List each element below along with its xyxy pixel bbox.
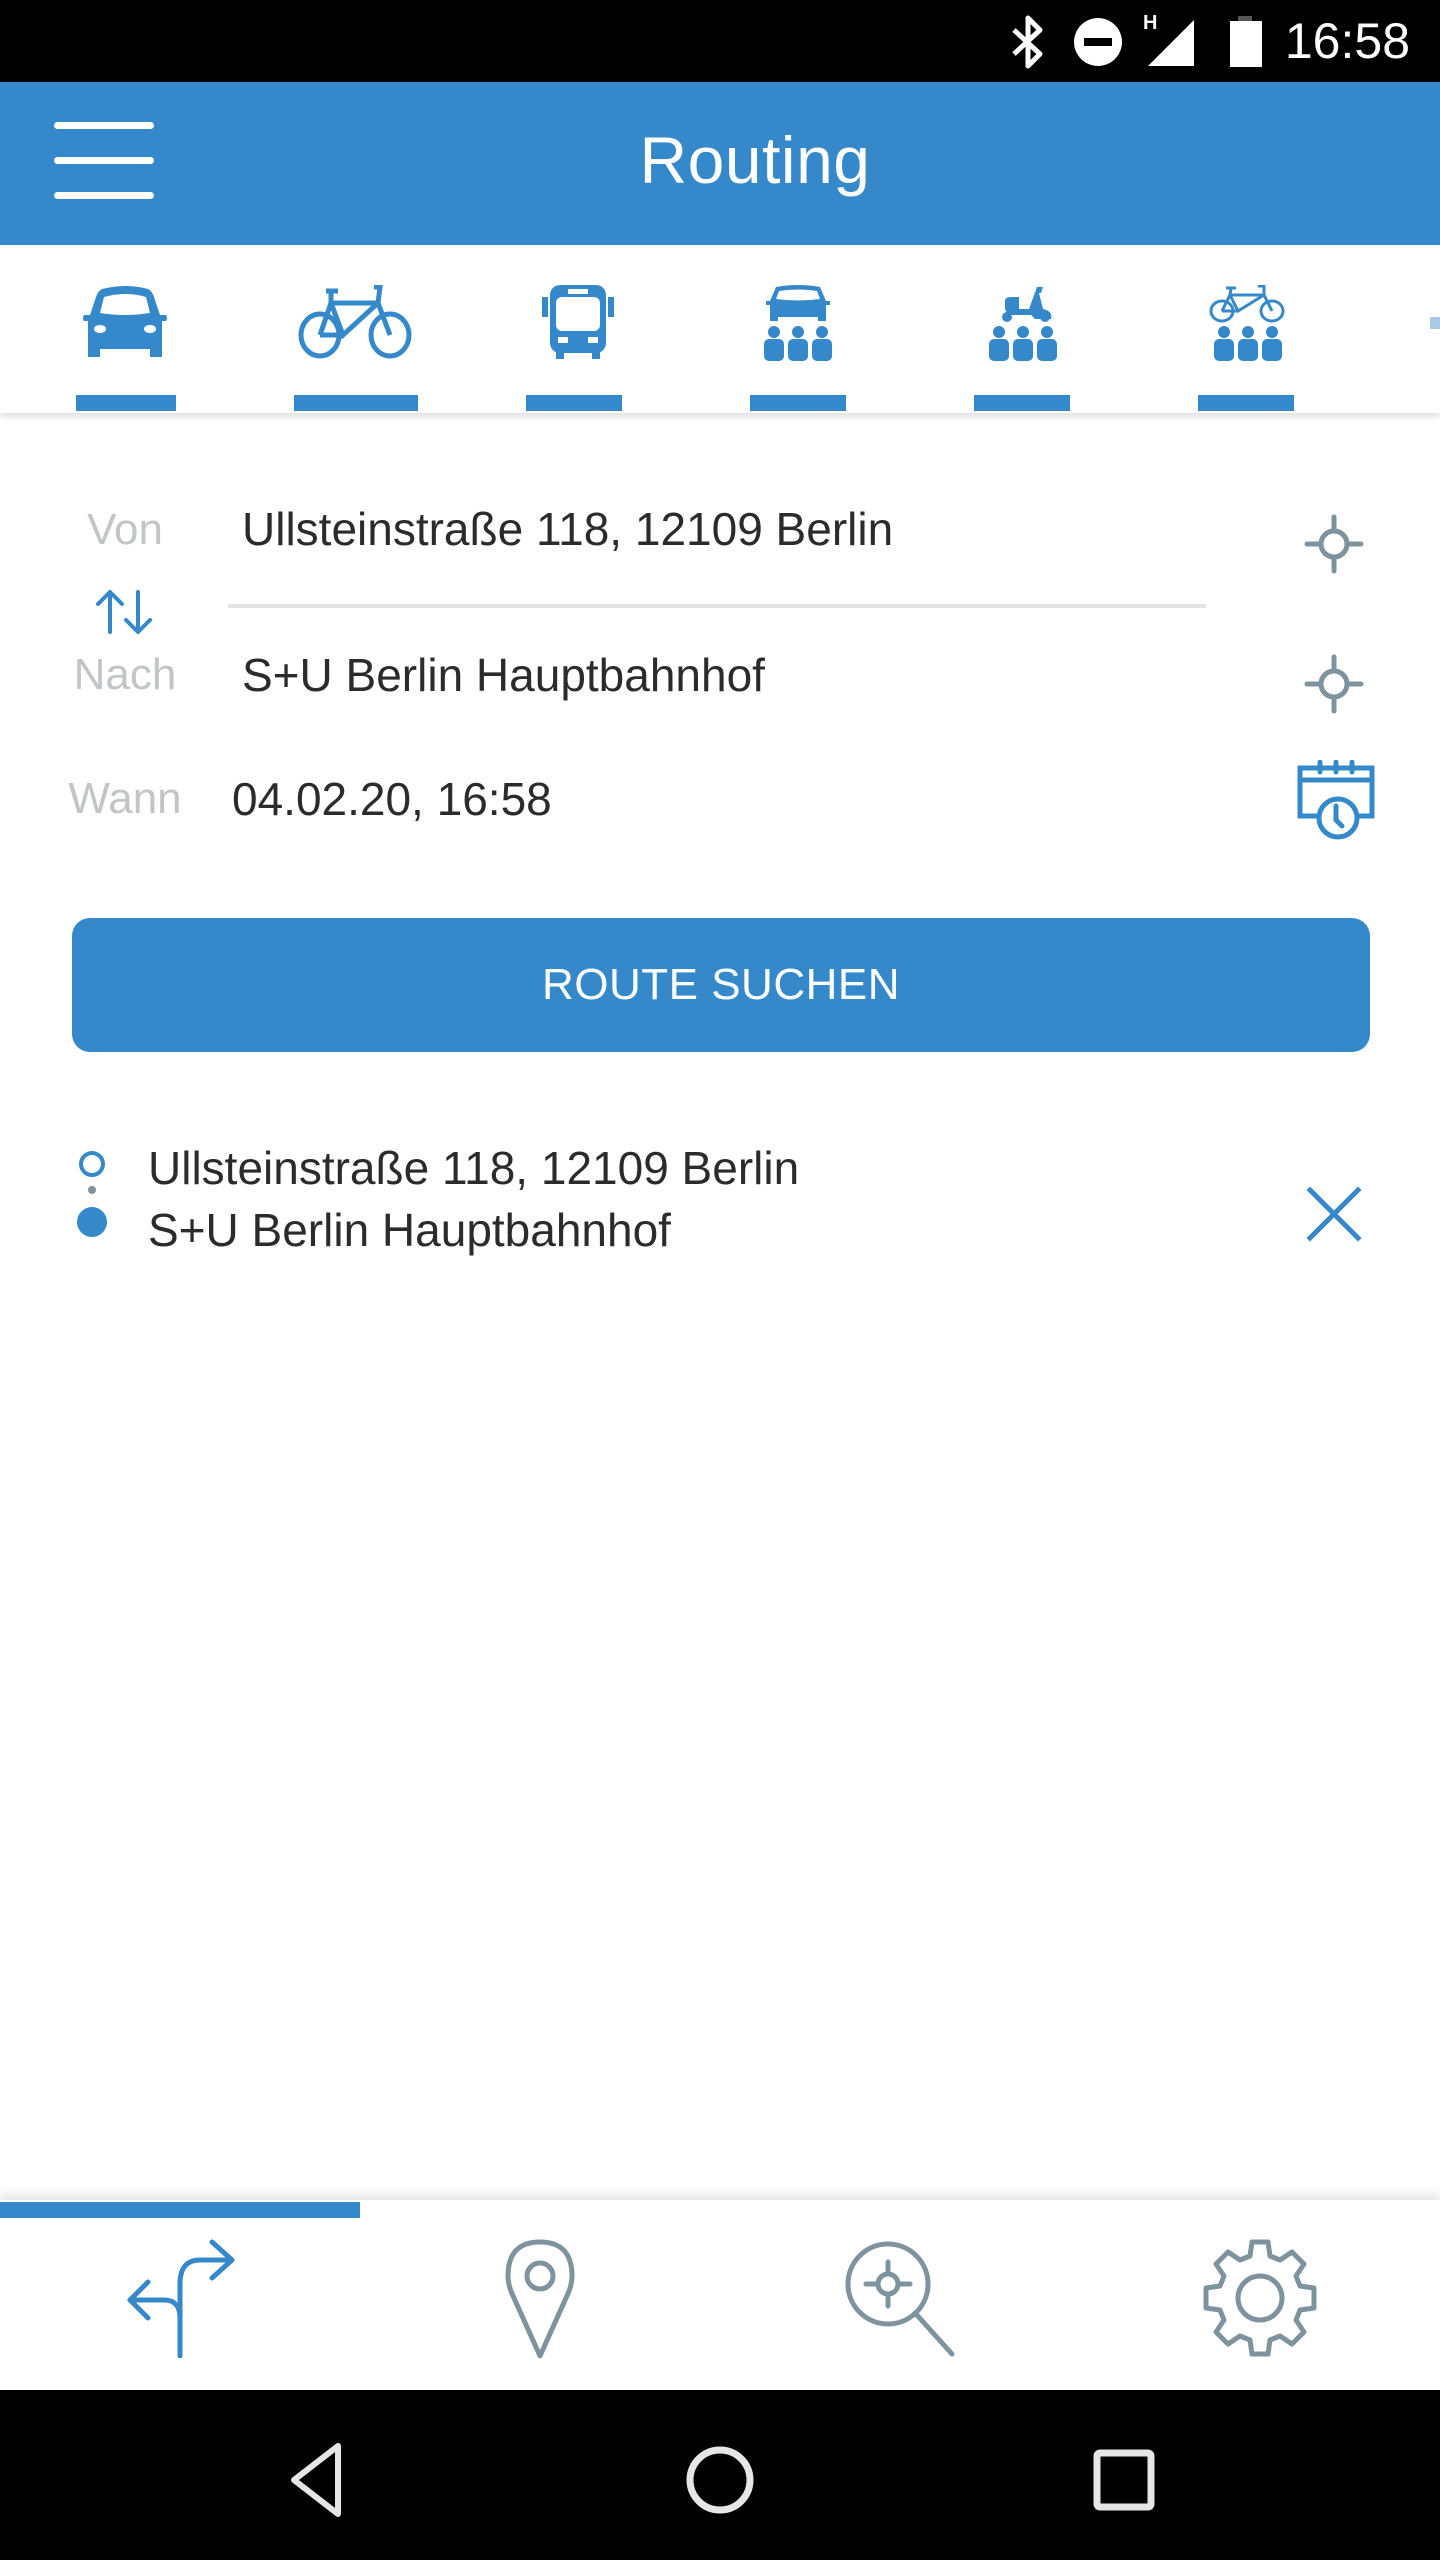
nav-search-nearby[interactable] <box>720 2218 1080 2390</box>
crosshair-icon[interactable] <box>1304 514 1364 574</box>
tab-indicator <box>974 395 1070 411</box>
app-bar: Routing <box>0 82 1440 245</box>
nav-locations[interactable] <box>360 2218 720 2390</box>
route-line-icon <box>77 1151 107 1237</box>
nav-settings[interactable] <box>1080 2218 1440 2390</box>
from-label: Von <box>87 505 163 554</box>
recent-route-from: Ullsteinstraße 118, 12109 Berlin <box>148 1142 800 1194</box>
bus-icon <box>542 285 614 359</box>
nav-routing[interactable] <box>0 2218 360 2390</box>
route-search-button[interactable]: ROUTE SUCHEN <box>72 918 1370 1052</box>
calendar-clock-icon[interactable] <box>1296 760 1378 840</box>
bottom-navigation <box>0 2200 1440 2390</box>
do-not-disturb-icon <box>1074 18 1122 66</box>
tab-bicycle[interactable] <box>290 245 420 413</box>
active-tab-indicator <box>0 2202 360 2218</box>
search-location-icon <box>845 2241 955 2357</box>
when-input[interactable]: 04.02.20, 16:58 <box>232 772 552 826</box>
tab-indicator <box>1198 395 1294 411</box>
recent-route-to: S+U Berlin Hauptbahnhof <box>148 1204 671 1256</box>
tab-scooter-sharing[interactable] <box>965 245 1085 413</box>
bluetooth-icon <box>1012 15 1043 69</box>
tab-indicator <box>750 395 846 411</box>
home-icon[interactable] <box>670 2430 770 2530</box>
map-pin-icon <box>505 2239 575 2358</box>
scooter-sharing-icon <box>989 287 1057 361</box>
car-icon <box>83 286 167 357</box>
crosshair-icon[interactable] <box>1304 654 1364 714</box>
back-icon[interactable] <box>266 2430 366 2530</box>
to-label: Nach <box>73 650 177 699</box>
swap-vertical-icon[interactable] <box>92 588 158 636</box>
bicycle-icon <box>298 285 412 359</box>
transport-mode-tabs <box>0 245 1440 413</box>
tab-indicator <box>526 395 622 411</box>
battery-icon <box>1230 16 1262 67</box>
status-bar: H 16:58 <box>0 0 1440 82</box>
field-divider <box>228 604 1206 608</box>
tab-public-transport[interactable] <box>520 245 640 413</box>
to-input[interactable]: S+U Berlin Hauptbahnhof <box>242 648 765 702</box>
recent-route-item[interactable]: Ullsteinstraße 118, 12109 Berlin S+U Ber… <box>0 1140 1440 1270</box>
tab-car[interactable] <box>60 245 190 413</box>
tabs-scroll-hint <box>1430 317 1440 329</box>
recents-icon[interactable] <box>1074 2430 1174 2530</box>
tab-indicator <box>294 395 418 411</box>
system-navigation-bar <box>0 2390 1440 2560</box>
tab-car-sharing[interactable] <box>740 245 860 413</box>
close-icon[interactable] <box>1306 1186 1362 1242</box>
route-directions-icon <box>127 2239 235 2358</box>
cell-signal-icon <box>1148 20 1194 66</box>
gear-icon <box>1203 2239 1317 2357</box>
car-sharing-icon <box>764 285 832 361</box>
from-input[interactable]: Ullsteinstraße 118, 12109 Berlin <box>242 502 893 556</box>
tab-bike-sharing[interactable] <box>1190 245 1310 413</box>
when-label: Wann <box>68 774 182 823</box>
bike-sharing-icon <box>1209 285 1285 361</box>
page-title: Routing <box>639 123 871 197</box>
tab-indicator <box>76 395 176 411</box>
clock: 16:58 <box>1284 13 1410 69</box>
